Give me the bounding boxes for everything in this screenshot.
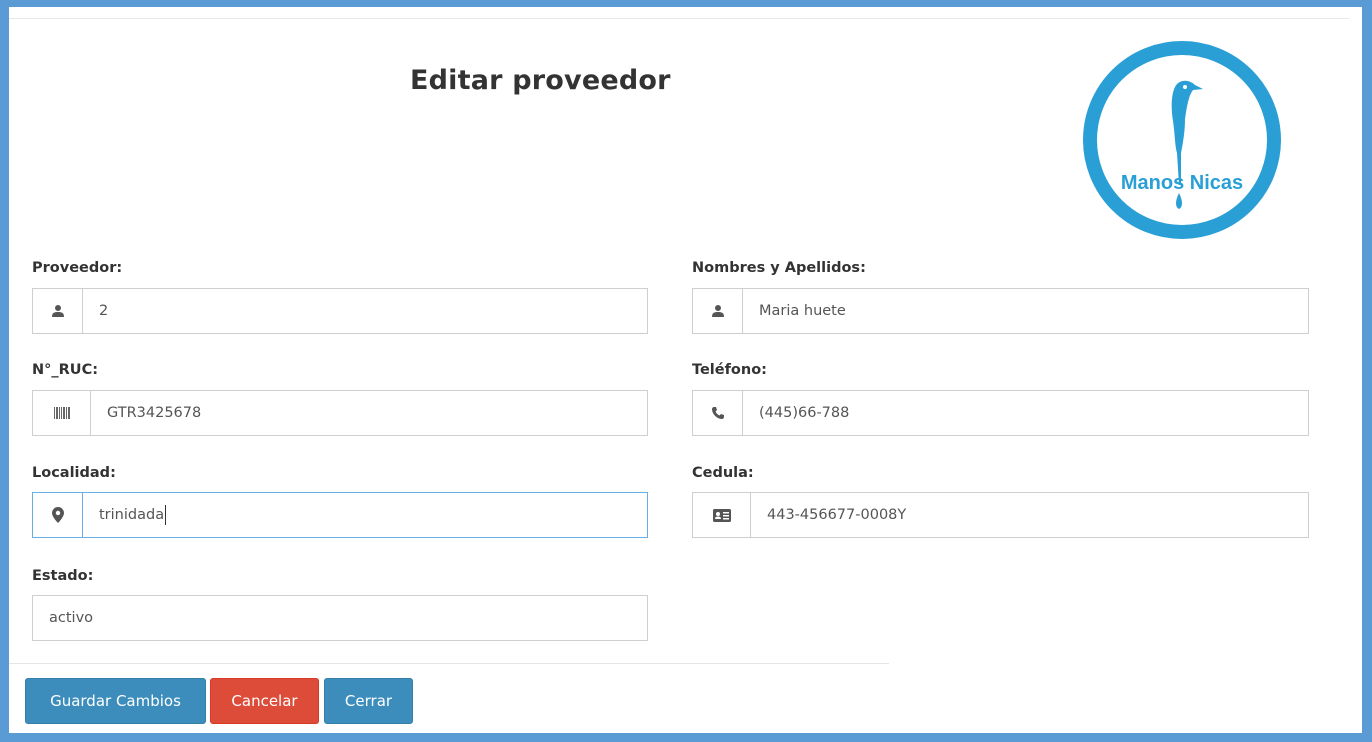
estado-select[interactable]: activo	[32, 595, 648, 641]
nombres-input[interactable]: Maria huete	[743, 289, 1308, 333]
user-icon	[33, 289, 83, 333]
text-caret	[165, 505, 167, 525]
manos-nicas-logo: Manos Nicas	[1077, 35, 1287, 245]
localidad-label: Localidad:	[32, 465, 116, 481]
localidad-input[interactable]: trinidada	[83, 493, 647, 537]
nombres-label: Nombres y Apellidos:	[692, 260, 866, 276]
barcode-icon	[33, 391, 91, 435]
localidad-value: trinidada	[99, 507, 165, 523]
divider	[9, 18, 1349, 19]
ruc-input[interactable]: GTR3425678	[91, 391, 647, 435]
close-button[interactable]: Cerrar	[324, 678, 413, 724]
logo-text: Manos Nicas	[1121, 172, 1243, 194]
nombres-field[interactable]: Maria huete	[692, 288, 1309, 334]
cancel-button[interactable]: Cancelar	[210, 678, 319, 724]
cedula-input[interactable]: 443-456677-0008Y	[751, 493, 1308, 537]
save-button[interactable]: Guardar Cambios	[25, 678, 206, 724]
telefono-field[interactable]: (445)66-788	[692, 390, 1309, 436]
page-title: Editar proveedor	[410, 65, 671, 96]
footer-divider	[9, 663, 889, 664]
localidad-field[interactable]: trinidada	[32, 492, 648, 538]
proveedor-label: Proveedor:	[32, 260, 123, 276]
cedula-label: Cedula:	[692, 465, 754, 481]
map-marker-icon	[33, 493, 83, 537]
cedula-field[interactable]: 443-456677-0008Y	[692, 492, 1309, 538]
proveedor-field[interactable]: 2	[32, 288, 648, 334]
estado-label: Estado:	[32, 568, 94, 584]
proveedor-input[interactable]: 2	[83, 289, 647, 333]
ruc-field[interactable]: GTR3425678	[32, 390, 648, 436]
user-icon	[693, 289, 743, 333]
ruc-label: N°_RUC:	[32, 362, 99, 378]
id-card-icon	[693, 493, 751, 537]
modal-window: Editar proveedor Manos Nicas Proveedor: …	[9, 7, 1362, 733]
phone-icon	[693, 391, 743, 435]
telefono-input[interactable]: (445)66-788	[743, 391, 1308, 435]
telefono-label: Teléfono:	[692, 362, 767, 378]
